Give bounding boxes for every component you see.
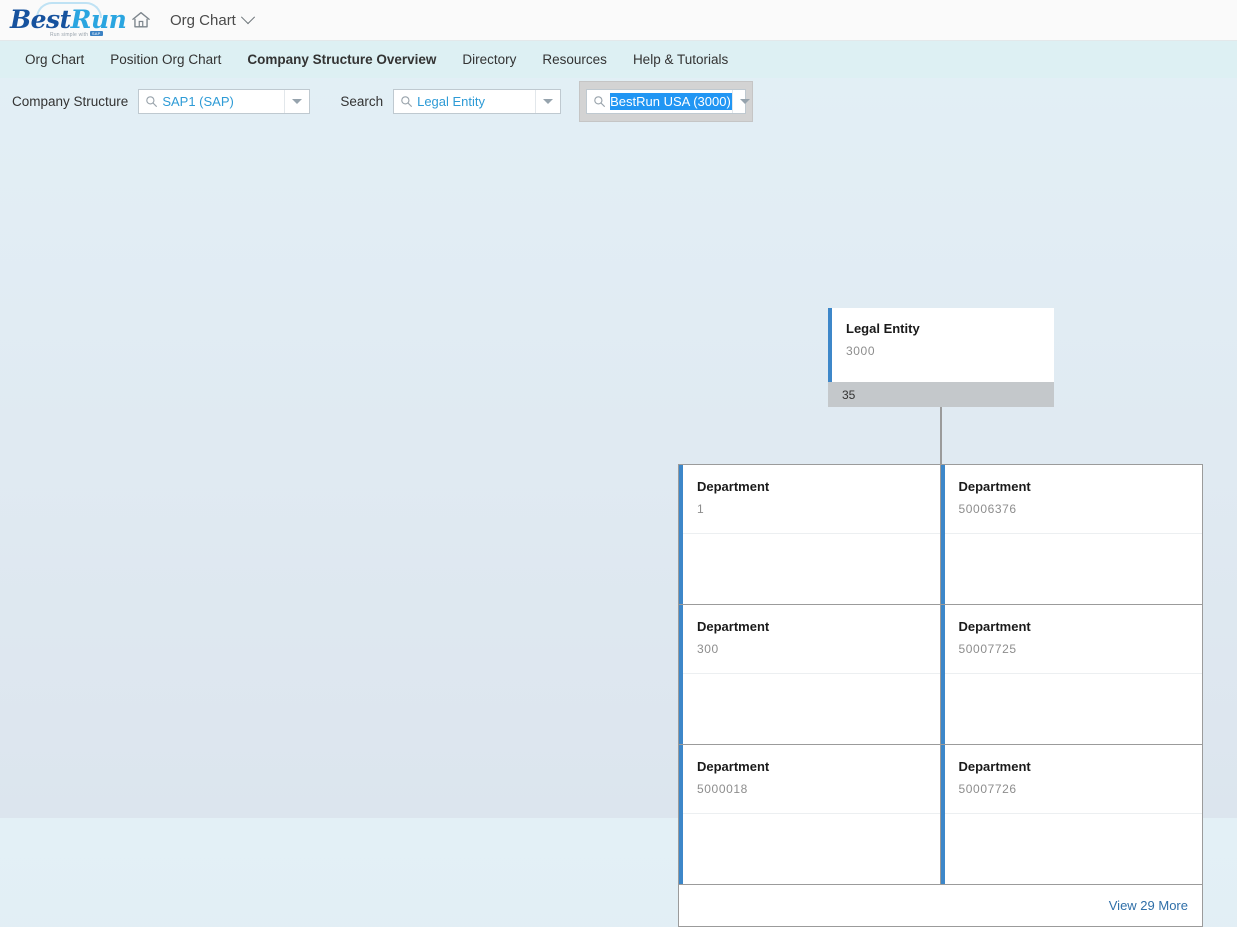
caret-down-icon (292, 99, 303, 104)
org-node-detail-area (683, 534, 940, 604)
org-child-cell[interactable]: Department 300 (679, 605, 941, 745)
org-node-footer-count: 35 (828, 382, 1054, 407)
org-node-title: Legal Entity (846, 321, 920, 336)
org-node-header: Department 5000018 (683, 745, 940, 814)
org-node-department[interactable]: Department 50007726 (940, 745, 1203, 884)
org-child-cell[interactable]: Department 1 (679, 465, 941, 605)
brand-logo[interactable]: BestRun Run simple with SAP (8, 2, 127, 38)
logo-wordmark: BestRun (10, 5, 127, 34)
org-node-id: 3000 (846, 343, 876, 358)
breadcrumb[interactable]: Org Chart (170, 10, 255, 29)
org-node-title: Department (697, 759, 770, 774)
org-node-detail-area (945, 534, 1203, 604)
logo-word-run: Run (70, 5, 127, 34)
org-node-header: Department 300 (683, 605, 940, 674)
search-type-dropdown-button[interactable] (535, 90, 560, 113)
org-node-detail-area (945, 674, 1203, 744)
org-node-department[interactable]: Department 50006376 (940, 465, 1203, 604)
org-node-department[interactable]: Department 300 (679, 605, 940, 744)
company-structure-input[interactable]: SAP1 (SAP) (162, 94, 284, 109)
org-children-container: Department 1 Department 50006376 Departm… (678, 464, 1203, 927)
org-node-department[interactable]: Department 1 (679, 465, 940, 604)
org-node-detail-area (683, 814, 940, 884)
org-node-id: 50006376 (958, 501, 1017, 516)
org-node-header: Department 50007726 (944, 745, 1202, 814)
main-navigation: Org Chart Position Org Chart Company Str… (0, 41, 1237, 78)
org-node-title: Department (958, 479, 1031, 494)
filter-toolbar: Company Structure SAP1 (SAP) Search Lega… (0, 78, 1237, 125)
org-children-footer: View 29 More (679, 885, 1202, 926)
org-node-id: 300 (697, 641, 719, 656)
caret-down-icon (543, 99, 554, 104)
search-type-input[interactable]: Legal Entity (417, 94, 535, 109)
org-node-header: Department 50006376 (944, 465, 1202, 534)
nav-item-resources[interactable]: Resources (529, 52, 620, 67)
breadcrumb-label: Org Chart (170, 11, 236, 29)
logo-tagline: Run simple with SAP (50, 31, 103, 38)
nav-item-company-structure-overview[interactable]: Company Structure Overview (234, 52, 449, 67)
nav-item-help-tutorials[interactable]: Help & Tutorials (620, 52, 741, 67)
nav-item-directory[interactable]: Directory (449, 52, 529, 67)
view-more-link[interactable]: View 29 More (1109, 898, 1188, 913)
logo-tagline-text: Run simple with (50, 32, 90, 38)
search-entity-dropdown-button[interactable] (731, 90, 757, 113)
org-node-id: 5000018 (697, 781, 748, 796)
org-node-detail-area (683, 674, 940, 744)
org-node-id: 50007726 (958, 781, 1017, 796)
company-structure-dropdown-button[interactable] (284, 90, 309, 113)
org-children-grid: Department 1 Department 50006376 Departm… (679, 465, 1202, 885)
search-entity-focus-ring: BestRun USA (3000) (579, 81, 754, 122)
org-node-detail-area (945, 814, 1203, 884)
org-chart-canvas: Legal Entity 3000 35 Department 1 Depart… (0, 125, 1237, 927)
home-icon[interactable] (130, 9, 152, 31)
search-entity-combobox[interactable]: BestRun USA (3000) (586, 89, 750, 114)
chevron-down-icon[interactable] (240, 10, 255, 25)
search-label: Search (340, 94, 384, 109)
nav-item-org-chart[interactable]: Org Chart (12, 52, 97, 67)
org-node-department[interactable]: Department 5000018 (679, 745, 940, 884)
company-structure-combobox[interactable]: SAP1 (SAP) (138, 89, 311, 114)
search-type-combobox[interactable]: Legal Entity (393, 89, 562, 114)
search-icon (594, 96, 606, 107)
company-structure-label: Company Structure (12, 94, 129, 109)
org-node-header: Department 50007725 (944, 605, 1202, 674)
org-node-title: Department (958, 759, 1031, 774)
org-node-body: Legal Entity 3000 (828, 308, 1054, 382)
org-node-id: 1 (697, 501, 705, 516)
org-node-department[interactable]: Department 50007725 (940, 605, 1203, 744)
app-header: BestRun Run simple with SAP Org Chart (0, 0, 1237, 41)
org-node-title: Department (697, 479, 770, 494)
logo-word-best: Best (10, 5, 71, 34)
org-child-cell[interactable]: Department 50006376 (940, 465, 1203, 605)
search-icon (146, 96, 158, 107)
sap-logo-mark: SAP (89, 31, 103, 36)
org-chart-connector-line (940, 407, 942, 464)
search-entity-input[interactable]: BestRun USA (3000) (610, 93, 732, 110)
search-icon (401, 96, 413, 107)
org-node-header: Department 1 (683, 465, 940, 534)
org-node-title: Department (958, 619, 1031, 634)
caret-down-icon (739, 99, 750, 104)
nav-item-position-org-chart[interactable]: Position Org Chart (97, 52, 234, 67)
org-child-cell[interactable]: Department 5000018 (679, 745, 941, 885)
org-child-cell[interactable]: Department 50007726 (940, 745, 1203, 885)
org-node-title: Department (697, 619, 770, 634)
org-node-legal-entity[interactable]: Legal Entity 3000 35 (828, 308, 1054, 407)
org-child-cell[interactable]: Department 50007725 (940, 605, 1203, 745)
org-node-id: 50007725 (958, 641, 1017, 656)
